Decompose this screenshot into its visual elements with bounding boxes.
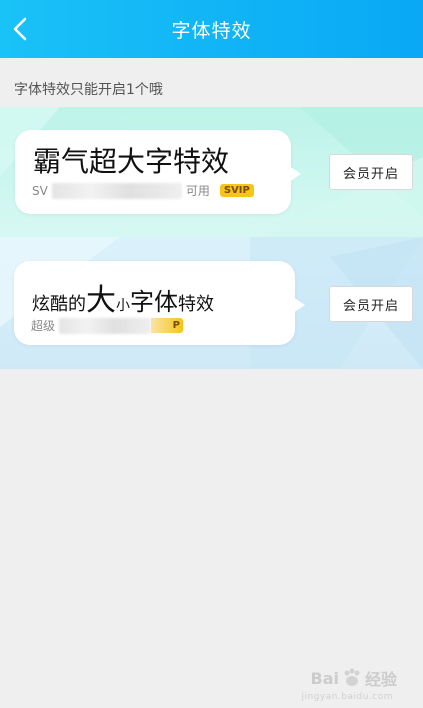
baidu-jingyan-watermark: Bai 经验 [310, 668, 397, 689]
subtitle-prefix: SV [32, 183, 48, 198]
vip-badge: P [151, 318, 184, 333]
effect-preview-text: 炫酷的 大 小 字体 特效 [32, 283, 214, 318]
effect-subtitle: SV 可用 SVIP [32, 182, 254, 199]
effect-preview-text: 霸气超大字特效 [33, 145, 230, 178]
effect-subtitle: 超级 P [31, 317, 184, 334]
watermark-url: jingyan.baidu.com [301, 692, 393, 702]
svip-badge: SVIP [219, 184, 254, 197]
subtitle-prefix: 超级 [31, 319, 56, 333]
subtitle-suffix: 可用 [185, 184, 210, 198]
page-title: 字体特效 [171, 19, 252, 42]
effect-preview-bubble: 炫酷的 大 小 字体 特效 超级 P [14, 261, 305, 345]
effect-card-cool-size: 炫酷的 大 小 字体 特效 超级 P 会员开启 [0, 237, 423, 369]
effect-preview-bubble: 霸气超大字特效 SV 可用 SVIP [15, 130, 301, 214]
blurred-text [51, 182, 182, 199]
member-enable-button[interactable]: 会员开启 [329, 154, 413, 190]
effect-card-super-big: 霸气超大字特效 SV 可用 SVIP 会员开启 [0, 107, 423, 237]
member-enable-button[interactable]: 会员开启 [329, 286, 413, 322]
blurred-text [59, 317, 152, 334]
top-app-bar: 字体特效 [0, 0, 423, 58]
paw-logo-icon [344, 668, 360, 686]
effect-limit-notice: 字体特效只能开启1个哦 [14, 82, 163, 98]
